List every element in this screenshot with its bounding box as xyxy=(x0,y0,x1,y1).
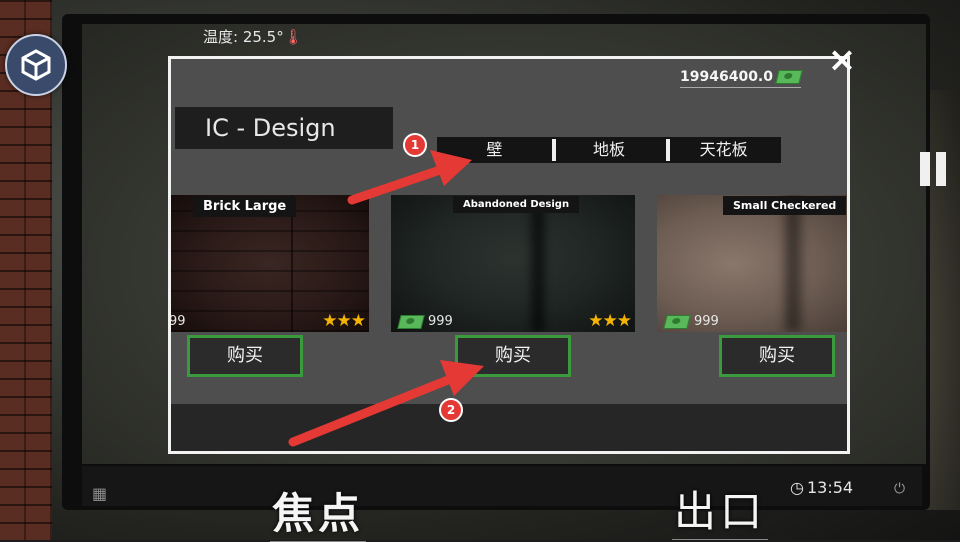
item-price-value: 999 xyxy=(428,314,453,329)
shop-title: IC - Design xyxy=(175,107,393,149)
buy-button-small-checkered[interactable]: 购买 xyxy=(719,335,835,377)
item-card-small-checkered[interactable]: Small Checkered 999 xyxy=(657,195,847,332)
thermometer-icon: 🌡 xyxy=(283,28,303,46)
annotation-marker-1: 1 xyxy=(403,133,427,157)
item-price-value: 999 xyxy=(694,314,719,329)
clock-display: ◷ 13:54 xyxy=(790,478,853,497)
shop-panel: 19946400.0 IC - Design 壁 地板 天花板 Brick La… xyxy=(171,59,847,404)
tab-ceiling[interactable]: 天花板 xyxy=(666,137,781,163)
rating-stars: ★★★ xyxy=(322,311,366,331)
cash-icon xyxy=(775,70,803,84)
focus-button[interactable]: 焦点 xyxy=(270,480,367,542)
rating-stars: ★★★ xyxy=(588,311,632,331)
item-price: 99 xyxy=(171,314,186,329)
item-name: Brick Large xyxy=(193,196,297,217)
category-tabs: 壁 地板 天花板 xyxy=(437,137,781,163)
annotation-marker-2: 2 xyxy=(439,398,463,422)
close-icon[interactable]: × xyxy=(826,43,858,77)
item-price: 999 xyxy=(397,314,453,329)
buy-button-abandoned-design[interactable]: 购买 xyxy=(455,335,571,377)
clock-time: 13:54 xyxy=(806,478,854,497)
item-name: Abandoned Design xyxy=(453,196,580,213)
power-icon[interactable]: ⏻ xyxy=(894,481,905,497)
temperature-readout: 温度: 25.5°🌡 xyxy=(203,26,303,47)
tab-wall[interactable]: 壁 xyxy=(437,137,552,163)
tab-floor[interactable]: 地板 xyxy=(551,137,667,163)
pause-icon xyxy=(920,152,930,186)
cash-icon xyxy=(397,314,425,329)
temperature-text: 温度: 25.5° xyxy=(203,28,284,46)
exit-button[interactable]: 出口 xyxy=(672,478,769,540)
shop-window: 19946400.0 IC - Design 壁 地板 天花板 Brick La… xyxy=(168,56,850,454)
item-price-value: 99 xyxy=(171,314,186,329)
buy-button-brick-large[interactable]: 购买 xyxy=(187,335,303,377)
cash-icon xyxy=(663,314,691,329)
item-card-abandoned-design[interactable]: Abandoned Design 999 ★★★ xyxy=(391,195,635,332)
clock-icon: ◷ xyxy=(790,478,804,497)
cube-logo-icon[interactable] xyxy=(5,34,67,96)
money-value: 19946400.0 xyxy=(680,69,773,85)
item-price: 999 xyxy=(663,314,719,329)
grid-icon[interactable]: ▦ xyxy=(92,484,107,503)
money-display: 19946400.0 xyxy=(680,69,803,88)
item-card-brick-large[interactable]: Brick Large 99 ★★★ xyxy=(171,195,369,332)
item-name: Small Checkered xyxy=(723,196,847,215)
pause-button[interactable] xyxy=(920,152,954,186)
